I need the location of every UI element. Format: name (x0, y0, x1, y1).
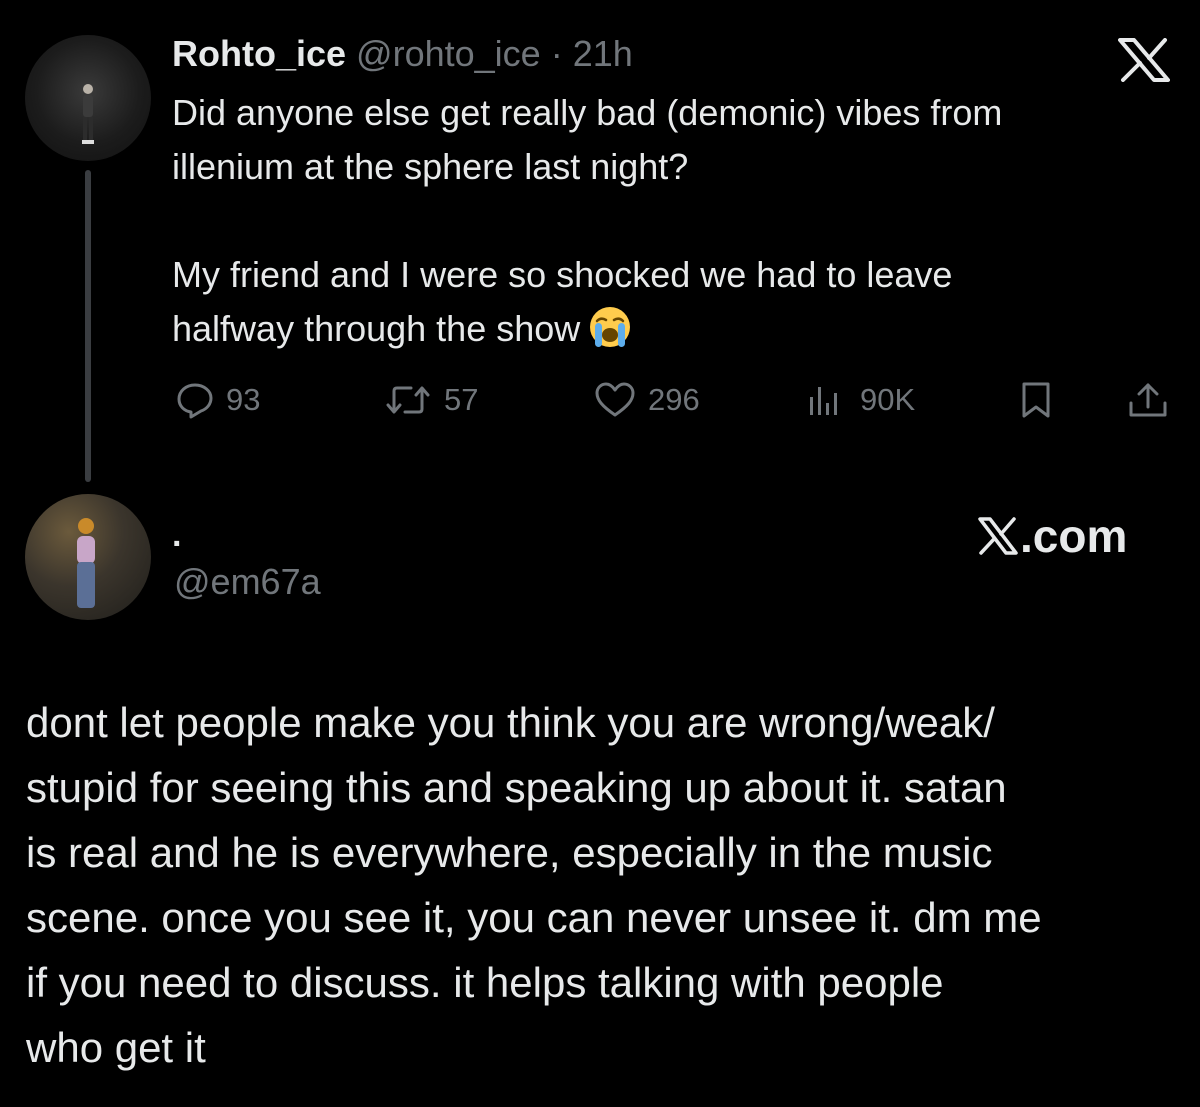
reply-button[interactable]: 93 (176, 376, 260, 424)
views-icon (810, 387, 837, 415)
reply-text-line: if you need to discuss. it helps talking… (26, 959, 944, 1006)
reply-text-line: is real and he is everywhere, especially… (26, 829, 993, 876)
reply-text-line: scene. once you see it, you can never un… (26, 894, 1042, 941)
timestamp[interactable]: 21h (573, 33, 633, 74)
like-icon (595, 382, 635, 417)
retweet-count: 57 (444, 382, 479, 417)
avatar[interactable] (25, 35, 151, 161)
bookmark-icon (1022, 382, 1050, 418)
x-logo-icon[interactable] (1118, 38, 1170, 82)
x-com-watermark: .com (978, 510, 1127, 562)
handle[interactable]: @rohto_ice (356, 33, 541, 74)
tweet-text-line: My friend and I were so shocked we had t… (172, 254, 953, 295)
tweet-text: Did anyone else get really bad (demonic)… (172, 86, 1172, 356)
tweet-text-line: illenium at the sphere last night? (172, 146, 689, 187)
reply-text-line: dont let people make you think you are w… (26, 699, 995, 746)
share-icon (1129, 383, 1167, 417)
person-silhouette-icon (82, 84, 94, 144)
x-com-label: .com (1020, 510, 1128, 562)
tweet-text-line: halfway through the show (172, 308, 581, 349)
display-name[interactable]: Rohto_ice (172, 33, 346, 74)
person-silhouette-icon (77, 518, 95, 608)
reply-count: 93 (226, 382, 261, 417)
like-button[interactable]: 296 (594, 376, 700, 424)
x-logo-icon (978, 517, 1018, 555)
views-button[interactable]: 90K (804, 376, 915, 424)
thread-connector-line (85, 170, 91, 482)
separator: · (550, 33, 563, 74)
loudly-crying-face-icon (590, 307, 631, 347)
retweet-icon (386, 386, 430, 414)
retweet-button[interactable]: 57 (384, 376, 478, 424)
reply-handle[interactable]: @em67a (174, 562, 321, 602)
avatar[interactable] (25, 494, 151, 620)
tweet-text-line: Did anyone else get really bad (demonic)… (172, 92, 1003, 133)
reply-icon (177, 383, 213, 419)
views-count: 90K (860, 382, 916, 417)
reply-text-line: stupid for seeing this and speaking up a… (26, 764, 1007, 811)
reply-text: dont let people make you think you are w… (26, 690, 1186, 1080)
tweet-header: Rohto_ice @rohto_ice · 21h (172, 34, 633, 74)
like-count: 296 (648, 382, 700, 417)
reply-text-line: who get it (26, 1024, 206, 1071)
bookmark-button[interactable] (1016, 376, 1056, 424)
tweet-text-line-with-emoji: halfway through the show (172, 302, 1172, 356)
reply-display-name[interactable]: · (172, 524, 183, 564)
share-button[interactable] (1126, 376, 1170, 424)
